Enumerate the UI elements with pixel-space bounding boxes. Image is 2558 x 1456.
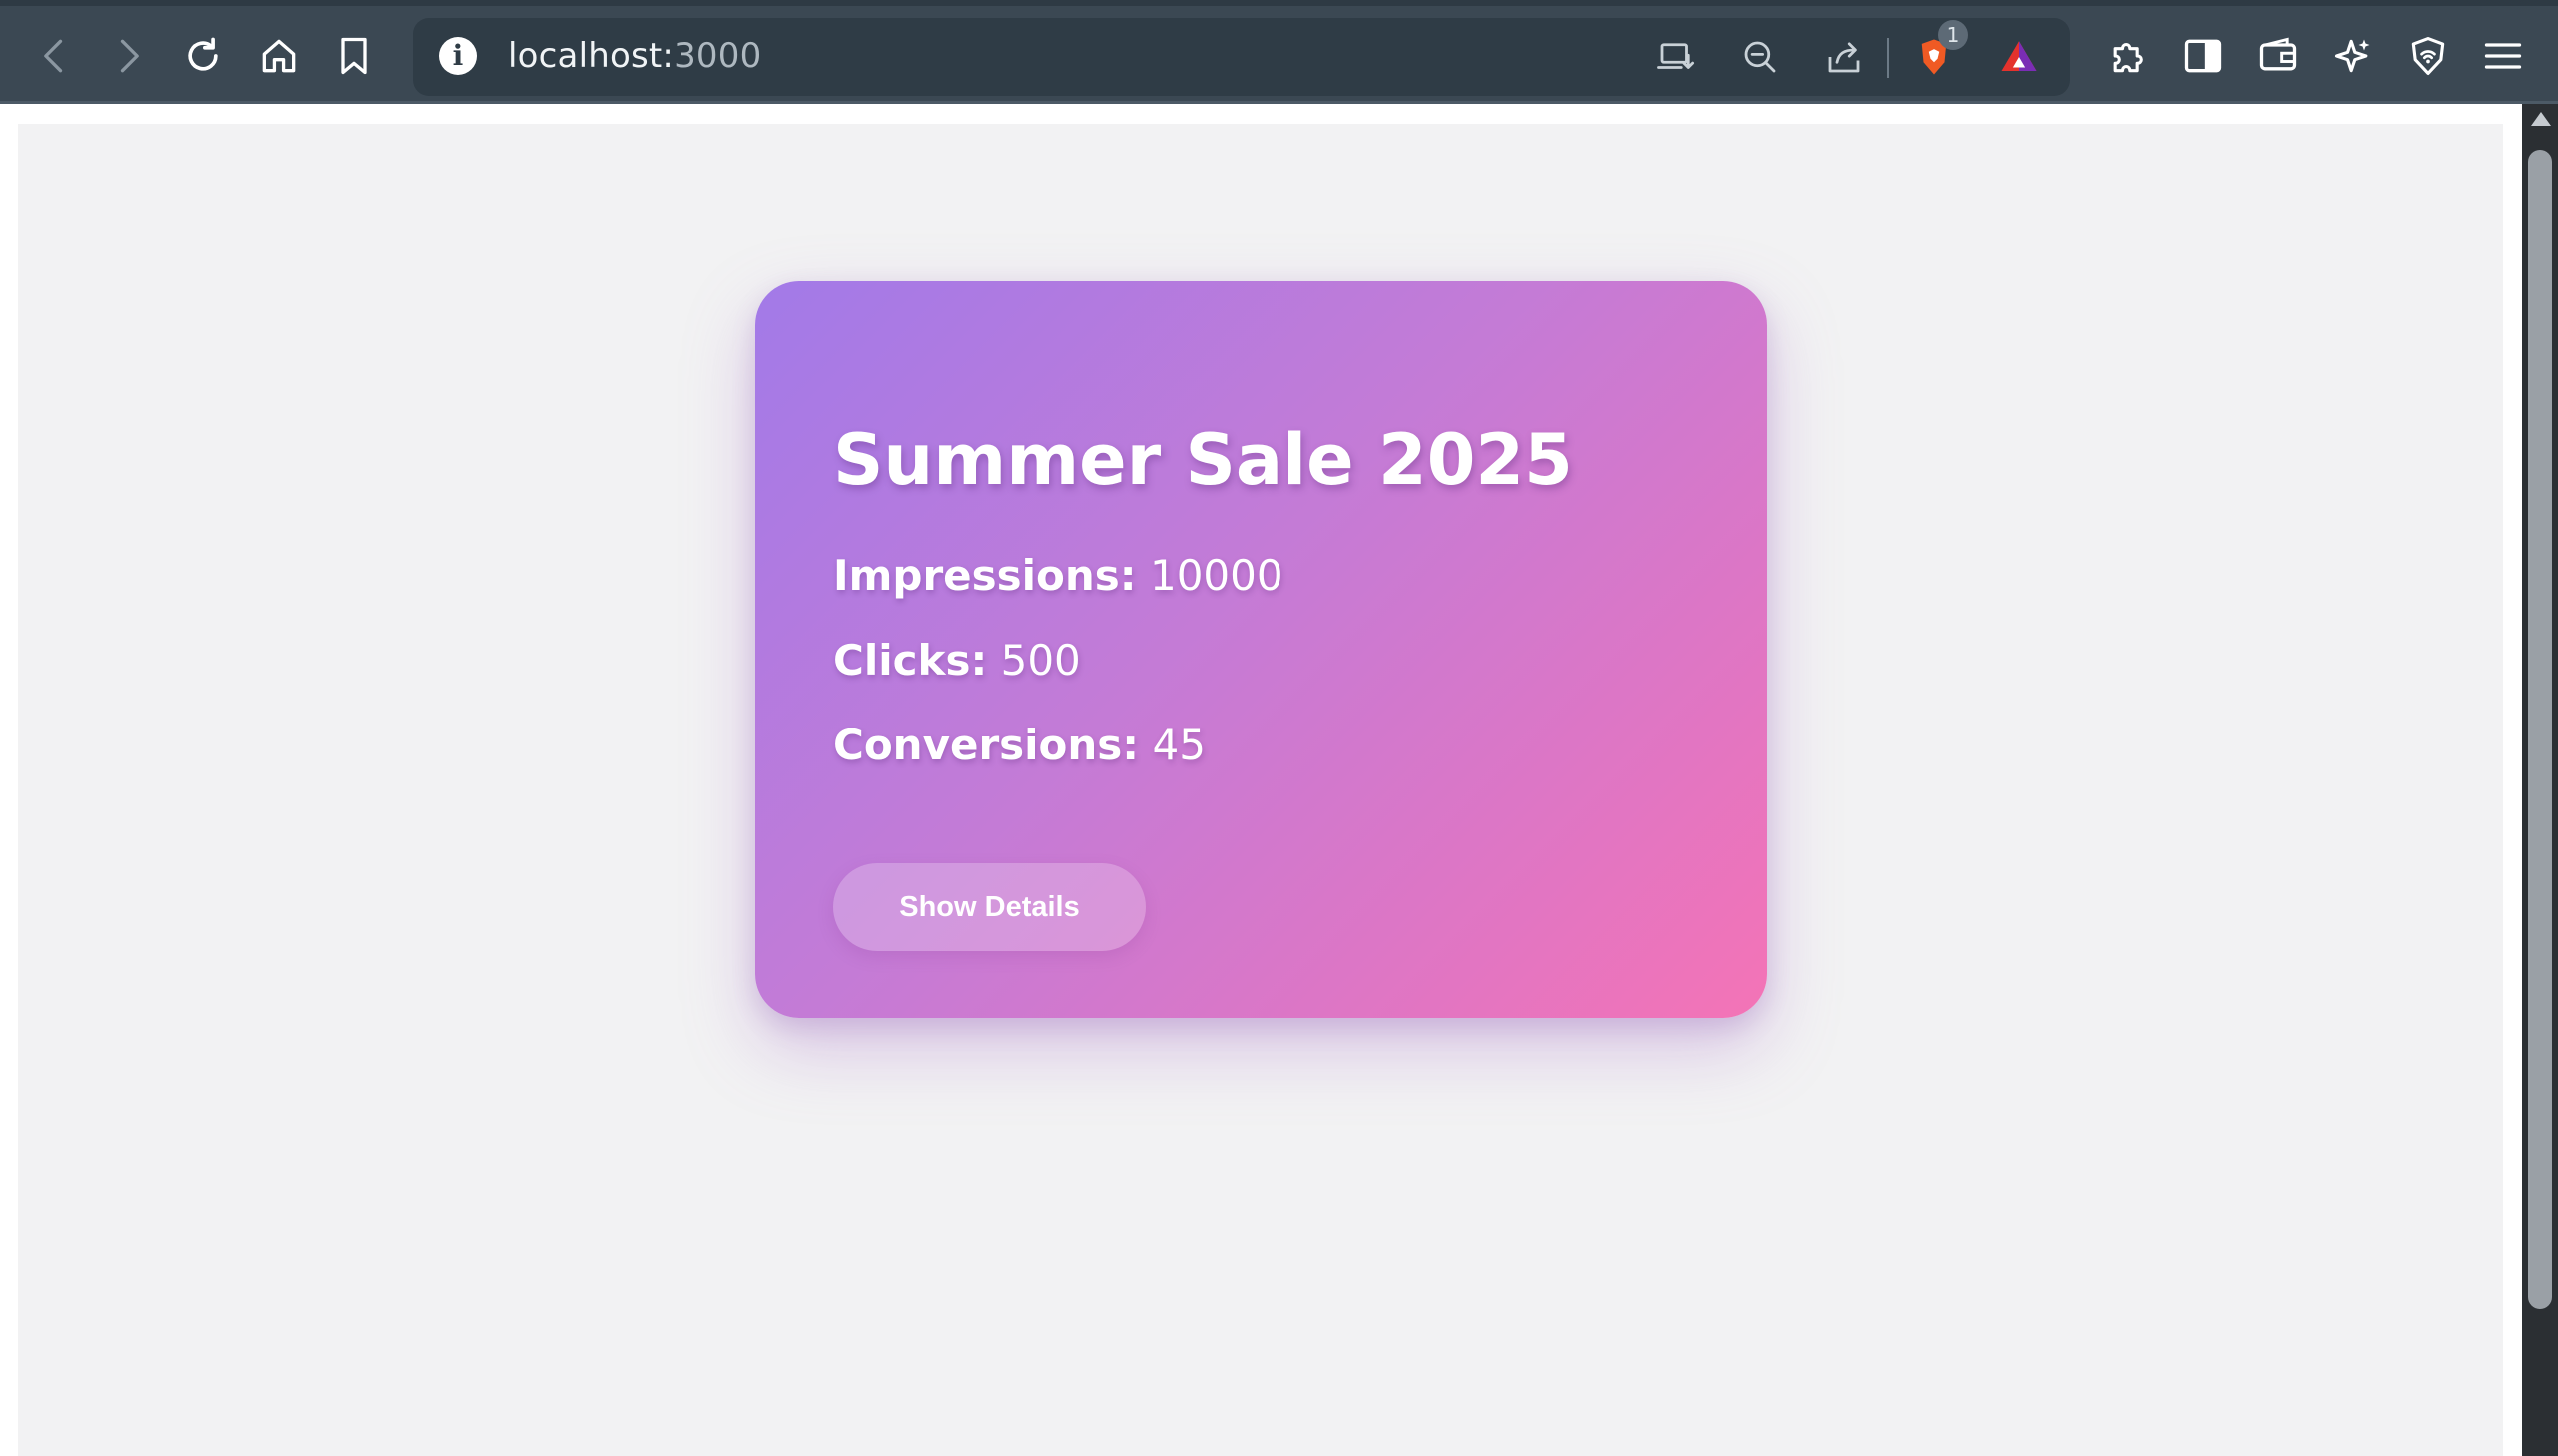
address-bar[interactable]: i localhost:3000 1 bbox=[413, 18, 2070, 96]
browser-viewport: Summer Sale 2025 Impressions: 10000 Clic… bbox=[0, 104, 2522, 1456]
sidebar-icon[interactable] bbox=[2179, 32, 2227, 80]
menu-icon[interactable] bbox=[2479, 32, 2527, 80]
scroll-up-arrow-icon[interactable] bbox=[2531, 112, 2551, 126]
campaign-card: Summer Sale 2025 Impressions: 10000 Clic… bbox=[755, 281, 1767, 1018]
impressions-value: 10000 bbox=[1149, 551, 1283, 600]
forward-icon[interactable] bbox=[104, 32, 152, 80]
vertical-scrollbar[interactable] bbox=[2522, 104, 2558, 1456]
wallet-icon[interactable] bbox=[2254, 32, 2302, 80]
leo-ai-icon[interactable] bbox=[2329, 32, 2377, 80]
page-body: Summer Sale 2025 Impressions: 10000 Clic… bbox=[18, 124, 2503, 1456]
share-icon[interactable] bbox=[1821, 34, 1867, 80]
shields-count-badge: 1 bbox=[1938, 20, 1968, 50]
campaign-title: Summer Sale 2025 bbox=[833, 419, 1573, 501]
impressions-stat: Impressions: 10000 bbox=[833, 551, 1283, 600]
bookmark-icon[interactable] bbox=[330, 32, 378, 80]
conversions-stat: Conversions: 45 bbox=[833, 721, 1206, 769]
brave-rewards-icon[interactable] bbox=[1996, 34, 2042, 80]
reload-icon[interactable] bbox=[179, 32, 227, 80]
scrollbar-thumb[interactable] bbox=[2528, 150, 2552, 1309]
clicks-label: Clicks: bbox=[833, 636, 988, 685]
zoom-out-icon[interactable] bbox=[1737, 34, 1783, 80]
toolbar-divider bbox=[1887, 38, 1889, 78]
show-details-button[interactable]: Show Details bbox=[833, 863, 1146, 951]
back-icon[interactable] bbox=[31, 32, 79, 80]
impressions-label: Impressions: bbox=[833, 551, 1137, 600]
clicks-value: 500 bbox=[1000, 636, 1081, 685]
conversions-value: 45 bbox=[1152, 721, 1206, 769]
url-text[interactable]: localhost:3000 bbox=[508, 36, 761, 76]
browser-toolbar: i localhost:3000 1 bbox=[0, 0, 2558, 104]
conversions-label: Conversions: bbox=[833, 721, 1140, 769]
info-icon[interactable]: i bbox=[439, 37, 477, 75]
extensions-icon[interactable] bbox=[2104, 32, 2152, 80]
home-icon[interactable] bbox=[255, 32, 303, 80]
install-app-icon[interactable] bbox=[1653, 34, 1699, 80]
clicks-stat: Clicks: 500 bbox=[833, 636, 1081, 685]
vpn-icon[interactable] bbox=[2404, 32, 2452, 80]
